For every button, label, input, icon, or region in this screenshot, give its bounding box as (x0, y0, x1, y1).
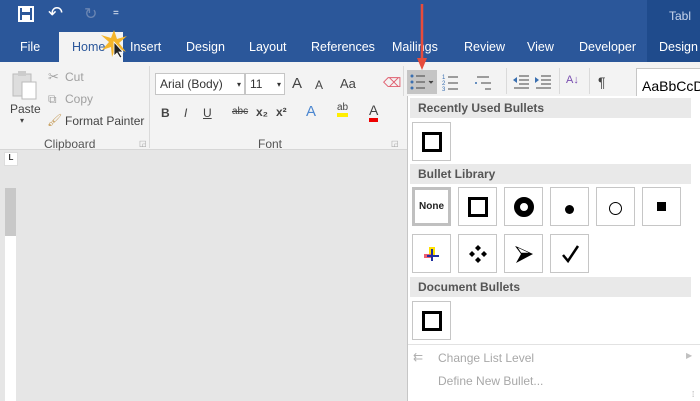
bullets-button[interactable] (407, 70, 437, 94)
underline-button[interactable]: U (203, 106, 212, 120)
four-diamonds-icon (468, 244, 487, 263)
filled-square-icon (657, 202, 666, 211)
bullet-option-diamonds[interactable] (458, 234, 497, 273)
paste-dropdown-icon[interactable]: ▾ (20, 116, 24, 125)
format-painter-button[interactable]: Format Painter (65, 114, 144, 128)
checkmark-icon (561, 244, 579, 263)
multilevel-list-icon[interactable] (474, 72, 496, 95)
hollow-square-icon (467, 196, 488, 217)
clipboard-group-label: Clipboard (44, 137, 96, 151)
undo-icon[interactable]: ↶ (48, 3, 63, 24)
cut-button[interactable]: Cut (65, 70, 84, 84)
window-title: Tabl (669, 9, 692, 23)
bullet-option-picture[interactable] (412, 234, 451, 273)
bullet-option-dot[interactable] (550, 187, 589, 226)
bullet-option-square-recent[interactable] (412, 122, 451, 161)
decrease-indent-icon[interactable] (512, 74, 530, 93)
font-size-value: 11 (250, 77, 263, 91)
vertical-ruler (5, 188, 16, 401)
cursor-click-icon (100, 30, 128, 61)
strikethrough-button[interactable]: abc (232, 106, 248, 117)
bullet-option-square-document[interactable] (412, 301, 451, 340)
save-icon[interactable] (18, 6, 34, 26)
shrink-font-button[interactable]: A (315, 78, 323, 92)
tab-file[interactable]: File (20, 40, 40, 54)
divider (408, 344, 700, 345)
font-group-label: Font (258, 137, 283, 151)
font-size-select[interactable]: 11 ▾ (245, 73, 285, 95)
bullet-list-icon (410, 74, 434, 90)
submenu-arrow-icon: ▶ (686, 351, 693, 360)
tab-references[interactable]: References (311, 40, 375, 54)
hollow-circle-icon (609, 202, 622, 215)
clipboard-launcher-icon[interactable]: ◲ (139, 139, 147, 148)
define-new-bullet-item[interactable]: Define New Bullet... (438, 374, 543, 388)
numbering-icon[interactable]: 123 (442, 72, 464, 95)
bullet-option-circle[interactable] (596, 187, 635, 226)
bullet-option-ring[interactable] (504, 187, 543, 226)
bullet-option-checkmark[interactable] (550, 234, 589, 273)
clear-formatting-icon[interactable]: ⌫ (383, 75, 401, 91)
tab-review[interactable]: Review (464, 40, 505, 54)
paste-button[interactable]: Paste (10, 102, 41, 116)
copy-button[interactable]: Copy (65, 92, 93, 106)
increase-indent-icon[interactable] (534, 74, 552, 93)
redo-icon[interactable]: ↻ (84, 4, 97, 24)
tab-mailings[interactable]: Mailings (392, 40, 438, 54)
sort-button[interactable]: A↓ (566, 74, 579, 86)
tab-selector[interactable]: L (4, 152, 18, 166)
tab-layout[interactable]: Layout (249, 40, 287, 54)
divider (403, 66, 404, 96)
divider (589, 68, 590, 94)
resize-grip-icon[interactable]: ⁞ (692, 390, 694, 399)
tab-developer[interactable]: Developer (579, 40, 636, 54)
grow-font-button[interactable]: A (292, 75, 302, 92)
font-name-value: Arial (Body) (160, 77, 223, 91)
highlight-button[interactable]: ab (337, 102, 349, 117)
bold-button[interactable]: B (161, 106, 170, 120)
format-painter-icon: 🖌 (47, 113, 63, 127)
hollow-square-icon (421, 131, 442, 152)
hollow-square-icon (421, 310, 442, 331)
bullet-option-none[interactable]: None (412, 187, 451, 226)
divider (149, 66, 150, 148)
change-case-button[interactable]: Aa (340, 76, 356, 91)
arrowhead-icon (514, 245, 533, 263)
text-effects-button[interactable]: A (306, 103, 316, 120)
tab-table-design[interactable]: Design (659, 40, 698, 54)
annotation-arrow (417, 4, 427, 73)
tab-view[interactable]: View (527, 40, 554, 54)
divider (559, 68, 560, 94)
change-list-level-item[interactable]: Change List Level (438, 351, 534, 365)
svg-text:3: 3 (442, 87, 446, 92)
change-list-level-icon: ⇇ (413, 350, 424, 364)
tab-design[interactable]: Design (186, 40, 225, 54)
bullet-option-filled-square[interactable] (642, 187, 681, 226)
dot-icon (565, 205, 574, 214)
show-formatting-button[interactable]: ¶ (598, 74, 606, 90)
paste-icon[interactable] (12, 70, 38, 103)
font-color-button[interactable]: A (369, 102, 379, 122)
divider (506, 68, 507, 94)
copy-icon: ⧉ (48, 92, 57, 106)
bullets-dropdown: Recently Used Bullets Bullet Library Non… (407, 96, 700, 401)
recent-bullets-header: Recently Used Bullets (410, 98, 691, 118)
subscript-button[interactable]: x₂ (256, 105, 268, 119)
style-gallery-normal[interactable]: AaBbCcD (636, 68, 700, 98)
bullet-option-arrow[interactable] (504, 234, 543, 273)
italic-button[interactable]: I (184, 106, 187, 120)
customize-qat-icon[interactable]: = (113, 8, 119, 19)
document-bullets-header: Document Bullets (410, 277, 691, 297)
picture-bullet-icon (423, 246, 439, 261)
tab-insert[interactable]: Insert (130, 40, 161, 54)
cut-icon: ✂ (48, 69, 59, 84)
ring-icon (513, 196, 534, 217)
font-name-select[interactable]: Arial (Body) ▾ (155, 73, 245, 95)
bullet-option-square[interactable] (458, 187, 497, 226)
font-launcher-icon[interactable]: ◲ (391, 139, 399, 148)
bullet-library-header: Bullet Library (410, 164, 691, 184)
superscript-button[interactable]: x² (276, 105, 287, 119)
